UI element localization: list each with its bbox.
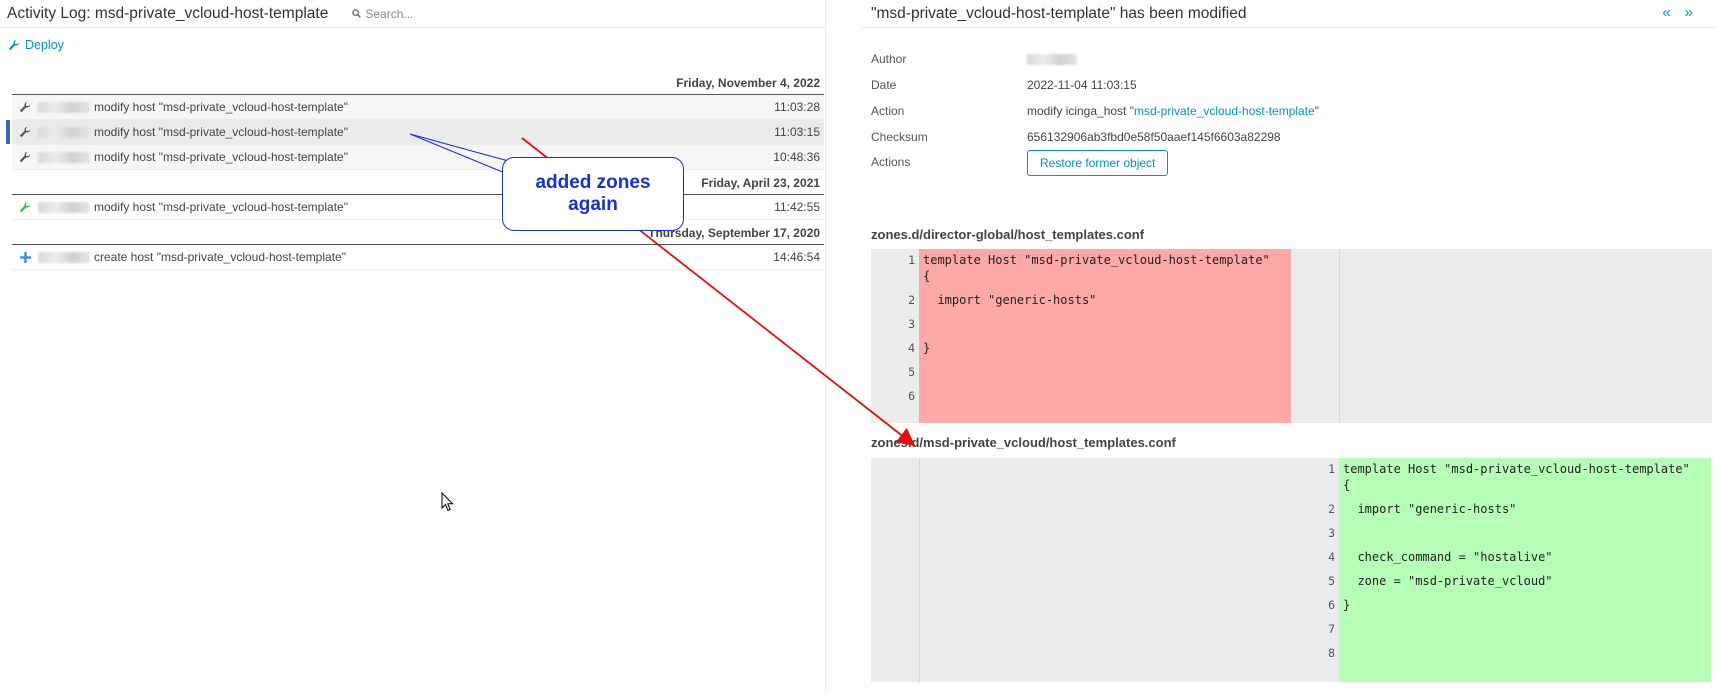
prop-date: Date 2022-11-04 11:03:15 bbox=[871, 72, 1319, 98]
code-line: } bbox=[923, 341, 931, 355]
activity-time: 11:03:28 bbox=[774, 100, 820, 114]
activity-log-header: Activity Log: msd-private_vcloud-host-te… bbox=[0, 0, 825, 28]
prop-label: Actions bbox=[871, 155, 911, 169]
action-value: modify icinga_host "msd-private_vcloud-h… bbox=[1027, 104, 1319, 118]
diff-removed: 1 2 3 4 5 6 template Host "msd-private_vcloud-… bbox=[871, 249, 1712, 423]
author-blurred bbox=[38, 151, 90, 163]
activity-time: 11:03:15 bbox=[774, 125, 820, 139]
line-number: 3 bbox=[908, 317, 915, 331]
activity-message: create host "msd-private_vcloud-host-tem… bbox=[94, 250, 346, 264]
date-value: 2022-11-04 11:03:15 bbox=[1027, 78, 1137, 92]
activity-row[interactable]: create host "msd-private_vcloud-host-tem… bbox=[12, 245, 824, 270]
activity-row[interactable]: modify host "msd-private_vcloud-host-tem… bbox=[12, 195, 824, 220]
wrench-icon bbox=[8, 39, 20, 51]
code-line: { bbox=[1343, 478, 1351, 492]
code-line: template Host "msd-private_vcloud-host-t… bbox=[1343, 462, 1690, 476]
line-number: 6 bbox=[908, 389, 915, 403]
line-number: 5 bbox=[1328, 574, 1335, 588]
line-number: 1 bbox=[1328, 462, 1335, 476]
code-line: check_command = "hostalive" bbox=[1343, 550, 1553, 564]
line-number: 8 bbox=[1328, 646, 1335, 660]
new-line-numbers bbox=[1291, 249, 1339, 423]
code-line: import "generic-hosts" bbox=[923, 293, 1097, 307]
code-line: } bbox=[1343, 598, 1351, 612]
new-code-empty bbox=[1339, 249, 1712, 423]
activity-message: modify host "msd-private_vcloud-host-tem… bbox=[94, 125, 348, 139]
day-header: Friday, November 4, 2022 bbox=[12, 70, 824, 95]
activity-row[interactable]: modify host "msd-private_vcloud-host-tem… bbox=[12, 145, 824, 170]
prop-author: Author bbox=[871, 46, 1319, 72]
line-number: 2 bbox=[1328, 502, 1335, 516]
pager: «» bbox=[1662, 4, 1707, 21]
checksum-value: 656132906ab3fbd0e58f50aaef145f6603a82298 bbox=[1027, 130, 1281, 144]
line-number: 6 bbox=[1328, 598, 1335, 612]
search-box[interactable]: Search... bbox=[352, 7, 413, 21]
object-link[interactable]: msd-private_vcloud-host-template bbox=[1134, 104, 1315, 118]
action-suffix: " bbox=[1314, 104, 1319, 118]
activity-row-selected[interactable]: modify host "msd-private_vcloud-host-tem… bbox=[6, 120, 824, 145]
activity-message: modify host "msd-private_vcloud-host-tem… bbox=[94, 100, 348, 114]
detail-title: "msd-private_vcloud-host-template" has b… bbox=[861, 0, 1717, 28]
prop-label: Checksum bbox=[871, 130, 928, 144]
plus-icon bbox=[18, 251, 32, 263]
activity-time: 14:46:54 bbox=[773, 250, 820, 264]
activity-time: 11:42:55 bbox=[774, 200, 820, 214]
code-line: zone = "msd-private_vcloud" bbox=[1343, 574, 1553, 588]
next-button[interactable]: » bbox=[1685, 4, 1707, 21]
activity-row[interactable]: modify host "msd-private_vcloud-host-tem… bbox=[12, 95, 824, 120]
day-header: Thursday, September 17, 2020 bbox=[12, 220, 824, 245]
line-number: 2 bbox=[908, 293, 915, 307]
line-number: 1 bbox=[908, 253, 915, 267]
code-line: import "generic-hosts" bbox=[1343, 502, 1517, 516]
diff-added: 1 2 3 4 5 6 7 8 template Host "msd-private_vclou… bbox=[871, 458, 1711, 682]
line-number: 3 bbox=[1328, 526, 1335, 540]
action-prefix: modify icinga_host " bbox=[1027, 104, 1134, 118]
deploy-label: Deploy bbox=[25, 38, 64, 52]
prop-label: Author bbox=[871, 52, 907, 66]
file-path: zones.d/director-global/host_templates.c… bbox=[871, 227, 1145, 242]
restore-former-object-button[interactable]: Restore former object bbox=[1027, 150, 1169, 176]
mouse-cursor-icon bbox=[441, 492, 454, 512]
old-code-empty bbox=[919, 458, 1292, 682]
code-line: template Host "msd-private_vcloud-host-t… bbox=[923, 253, 1270, 267]
wrench-green-icon bbox=[18, 201, 32, 213]
properties-table: Author Date 2022-11-04 11:03:15 Action m… bbox=[871, 46, 1319, 184]
callout-text-line2: again bbox=[568, 194, 618, 215]
code-line: { bbox=[923, 269, 931, 283]
callout-text-line1: added zones bbox=[535, 172, 651, 193]
prop-action: Action modify icinga_host "msd-private_v… bbox=[871, 98, 1319, 124]
prop-checksum: Checksum 656132906ab3fbd0e58f50aaef145f6… bbox=[871, 124, 1319, 150]
activity-log-pane: Activity Log: msd-private_vcloud-host-te… bbox=[0, 0, 826, 693]
prop-actions: Actions Restore former object bbox=[871, 150, 1319, 184]
activity-time: 10:48:36 bbox=[773, 150, 820, 164]
annotation-callout: added zones again bbox=[502, 157, 684, 231]
wrench-icon bbox=[18, 126, 32, 138]
activity-list: Friday, November 4, 2022 modify host "ms… bbox=[6, 70, 824, 270]
page-title: Activity Log: msd-private_vcloud-host-te… bbox=[7, 4, 329, 22]
new-code bbox=[1339, 458, 1711, 682]
wrench-icon bbox=[18, 101, 32, 113]
deploy-link[interactable]: Deploy bbox=[8, 38, 64, 52]
search-input[interactable]: Search... bbox=[365, 7, 413, 21]
file-path: zones.d/msd-private_vcloud/host_template… bbox=[871, 435, 1176, 450]
day-header: Friday, April 23, 2021 bbox=[12, 170, 824, 195]
old-line-numbers bbox=[871, 458, 919, 682]
line-number: 7 bbox=[1328, 622, 1335, 636]
author-blurred bbox=[38, 201, 90, 213]
wrench-icon bbox=[18, 151, 32, 163]
author-value-blurred bbox=[1027, 52, 1081, 66]
prop-label: Date bbox=[871, 78, 897, 92]
previous-button[interactable]: « bbox=[1662, 4, 1684, 21]
search-icon bbox=[352, 9, 362, 18]
line-number: 4 bbox=[1328, 550, 1335, 564]
author-blurred bbox=[38, 101, 90, 113]
line-number: 4 bbox=[908, 341, 915, 355]
old-code bbox=[919, 249, 1291, 423]
author-blurred bbox=[38, 126, 90, 138]
activity-detail-pane: "msd-private_vcloud-host-template" has b… bbox=[861, 0, 1717, 693]
prop-label: Action bbox=[871, 104, 905, 118]
line-number: 5 bbox=[908, 365, 915, 379]
author-blurred bbox=[38, 251, 90, 263]
